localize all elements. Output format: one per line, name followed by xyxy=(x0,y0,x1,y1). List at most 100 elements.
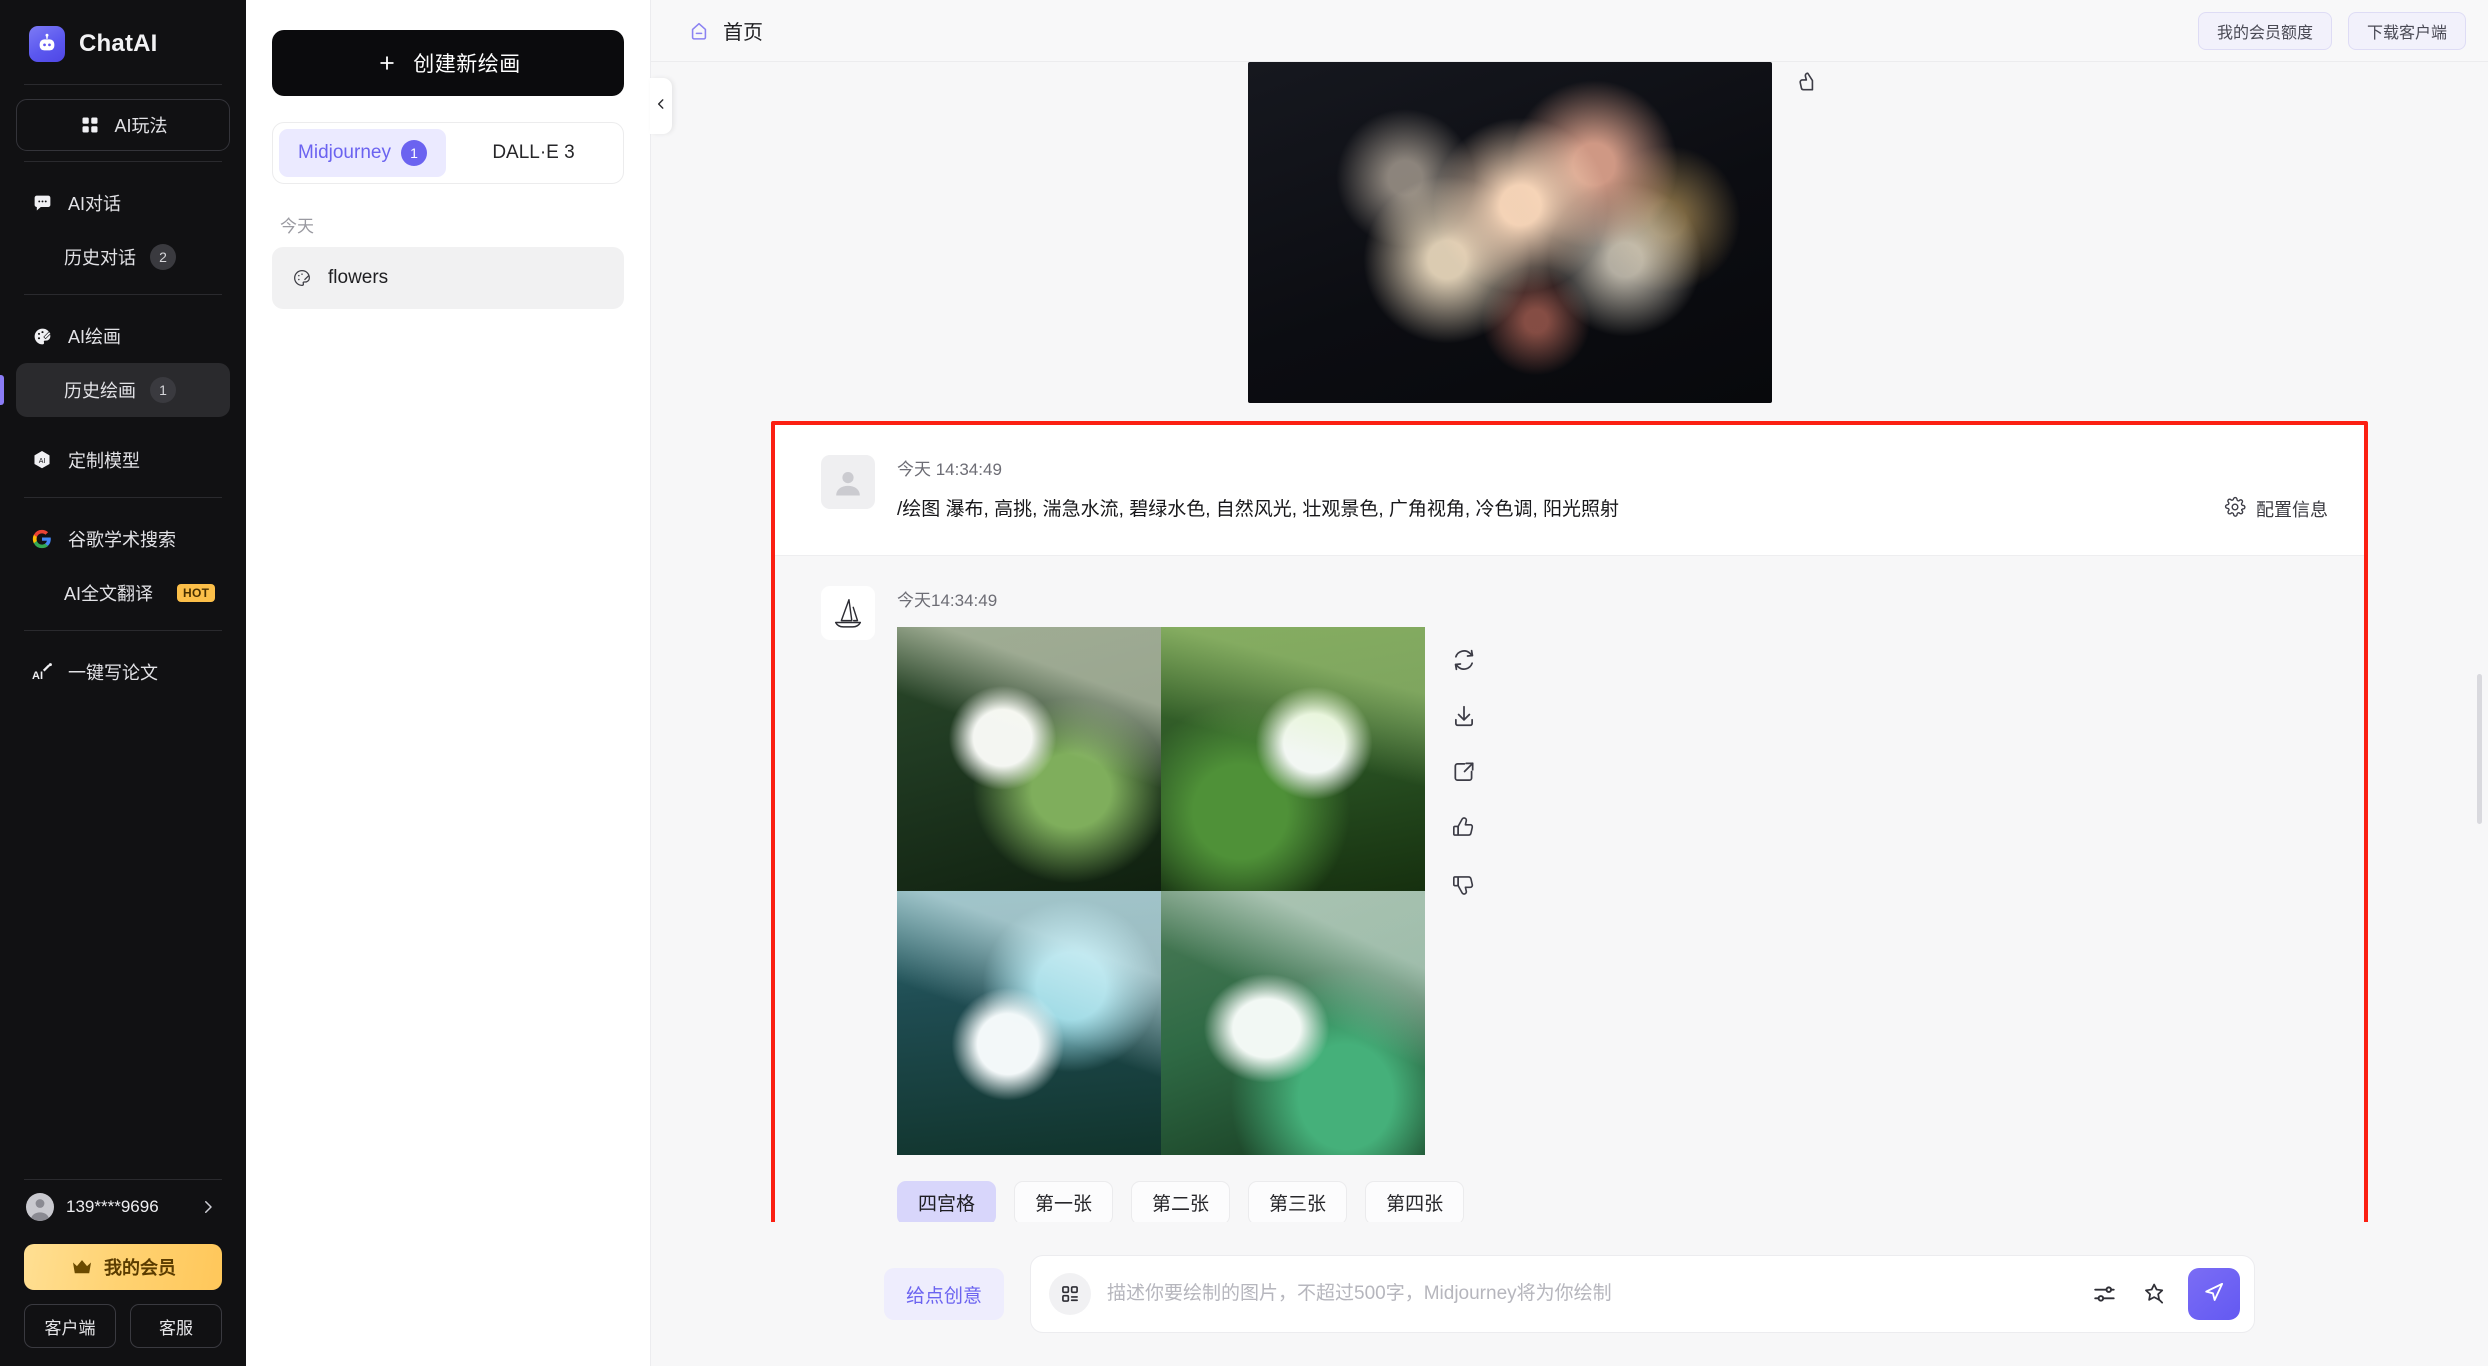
bot-message-time: 今天14:34:49 xyxy=(897,590,998,610)
user-message-time: 今天 14:34:49 xyxy=(897,460,1002,479)
sidebar-item-label: 一键写论文 xyxy=(68,663,158,683)
download-icon[interactable] xyxy=(1447,699,1481,733)
scrollbar-thumb[interactable] xyxy=(2477,674,2482,824)
grid-quadrant-4[interactable] xyxy=(1161,890,1425,1155)
list-item-label: flowers xyxy=(328,267,389,288)
tab-dalle3[interactable]: DALL·E 3 xyxy=(450,129,617,177)
playground-section: AI玩法 xyxy=(0,85,246,161)
svg-text:AI: AI xyxy=(32,670,43,682)
hot-badge: HOT xyxy=(177,584,216,602)
user-avatar-icon xyxy=(821,455,875,509)
vip-button[interactable]: 我的会员 xyxy=(24,1244,222,1290)
config-info-button[interactable]: 配置信息 xyxy=(2224,496,2328,525)
generated-image-grid[interactable] xyxy=(897,626,1425,1155)
user-phone: 139****9696 xyxy=(66,1197,159,1216)
sidebar-item-label: AI玩法 xyxy=(114,116,168,136)
page-title: 首页 xyxy=(723,22,763,44)
thumbs-down-icon[interactable] xyxy=(1790,66,1824,100)
chip-image-3[interactable]: 第三张 xyxy=(1248,1180,1348,1222)
sidebar-item-label: AI绘画 xyxy=(68,327,122,347)
history-chat-badge: 2 xyxy=(150,244,176,270)
sidebar-item-label: 谷歌学术搜索 xyxy=(68,530,176,550)
grid-quadrant-3[interactable] xyxy=(897,890,1161,1155)
chat-bubble-icon xyxy=(30,191,54,215)
sidebar-item-write-paper[interactable]: AI 一键写论文 xyxy=(16,645,230,699)
ai-hex-icon: AI xyxy=(30,448,54,472)
create-new-drawing-label: 创建新绘画 xyxy=(413,53,521,76)
send-icon xyxy=(2201,1279,2227,1310)
sliders-icon[interactable] xyxy=(2088,1277,2122,1311)
ai-pen-icon: AI xyxy=(30,660,54,684)
sidebar-item-custom-model[interactable]: AI 定制模型 xyxy=(16,433,230,487)
scholar-section: 谷歌学术搜索 AI全文翻译 HOT xyxy=(0,498,246,630)
thumbs-up-icon[interactable] xyxy=(1447,811,1481,845)
bot-message: 今天14:34:49 四宫格 第一张 第二张 第三张 第四张 xyxy=(775,555,2364,1222)
topbar-actions: 我的会员额度 下载客户端 xyxy=(2197,11,2466,50)
user-message-body: 今天 14:34:49 /绘图 瀑布, 高挑, 湍急水流, 碧绿水色, 自然风光… xyxy=(897,455,2182,525)
previous-message-actions xyxy=(1772,62,1892,100)
composer: 给点创意 xyxy=(651,1222,2488,1366)
sidebar-item-ai-draw[interactable]: AI绘画 xyxy=(16,309,230,363)
sidebar-item-ai-playground[interactable]: AI玩法 xyxy=(16,99,230,151)
service-button[interactable]: 客服 xyxy=(130,1304,222,1348)
magic-star-icon[interactable] xyxy=(2138,1277,2172,1311)
chevron-right-icon[interactable] xyxy=(196,1195,220,1219)
model-tabs: Midjourney 1 DALL·E 3 xyxy=(272,122,624,184)
chip-image-4[interactable]: 第四张 xyxy=(1365,1180,1465,1222)
chip-quad-grid[interactable]: 四宫格 xyxy=(897,1180,997,1222)
previous-message xyxy=(651,62,2488,421)
tab-midjourney[interactable]: Midjourney 1 xyxy=(279,129,446,177)
image-select-chips: 四宫格 第一张 第二张 第三张 第四张 xyxy=(897,1180,2328,1222)
download-client-button[interactable]: 下载客户端 xyxy=(2347,11,2466,50)
config-info-label: 配置信息 xyxy=(2256,500,2328,520)
chip-image-2[interactable]: 第二张 xyxy=(1131,1180,1231,1222)
chat-section: AI对话 历史对话 2 xyxy=(0,162,246,294)
collapse-panel-button[interactable] xyxy=(650,78,672,134)
list-item[interactable]: flowers xyxy=(272,247,624,309)
previous-generated-image[interactable] xyxy=(1247,62,1772,403)
bot-image-row xyxy=(897,626,2328,1155)
thumbs-down-icon[interactable] xyxy=(1447,867,1481,901)
image-action-buttons xyxy=(1447,627,1481,901)
sidebar-item-label: 历史绘画 xyxy=(64,381,136,401)
sidebar-footer: 139****9696 我的会员 客户端 客服 xyxy=(0,1180,246,1366)
idea-button[interactable]: 给点创意 xyxy=(883,1268,1004,1320)
create-new-drawing-button[interactable]: 创建新绘画 xyxy=(272,30,624,96)
chip-image-1[interactable]: 第一张 xyxy=(1014,1180,1114,1222)
avatar xyxy=(26,1193,54,1221)
client-button[interactable]: 客户端 xyxy=(24,1304,116,1348)
grid-quadrant-2[interactable] xyxy=(1161,626,1425,891)
send-button[interactable] xyxy=(2188,1268,2240,1320)
sidebar-item-history-draw[interactable]: 历史绘画 1 xyxy=(0,363,230,417)
brand-name: ChatAI xyxy=(79,30,158,57)
sidebar-item-label: 定制模型 xyxy=(68,451,140,471)
topbar: 首页 我的会员额度 下载客户端 xyxy=(651,0,2488,62)
draw-section: AI绘画 历史绘画 1 xyxy=(0,295,246,427)
sidebar-item-google-scholar[interactable]: 谷歌学术搜索 xyxy=(16,512,230,566)
chevron-left-icon xyxy=(654,97,668,116)
sidebar-item-history-chat[interactable]: 历史对话 2 xyxy=(16,230,230,284)
google-icon xyxy=(30,527,54,551)
grid-quadrant-1[interactable] xyxy=(897,626,1161,891)
sidebar: ChatAI AI玩法 AI对话 历史对话 2 AI绘画 历史绘画 1 AI 定… xyxy=(0,0,246,1366)
vip-button-label: 我的会员 xyxy=(104,1258,176,1278)
brand: ChatAI xyxy=(0,0,246,84)
drawing-list-panel: 创建新绘画 Midjourney 1 DALL·E 3 今天 flowers xyxy=(246,0,672,1366)
bot-message-body: 今天14:34:49 四宫格 第一张 第二张 第三张 第四张 xyxy=(897,586,2328,1222)
my-quota-button[interactable]: 我的会员额度 xyxy=(2197,11,2332,50)
home-tag-icon xyxy=(687,19,711,43)
search-input[interactable] xyxy=(1107,1283,2072,1305)
chat-scroll-area[interactable]: 今天 14:34:49 /绘图 瀑布, 高挑, 湍急水流, 碧绿水色, 自然风光… xyxy=(651,62,2488,1222)
sidebar-item-label: 历史对话 xyxy=(64,248,136,268)
sidebar-item-ai-translate[interactable]: AI全文翻译 HOT xyxy=(16,566,230,620)
template-grid-icon[interactable] xyxy=(1049,1273,1091,1315)
palette-icon xyxy=(30,324,54,348)
palette-icon xyxy=(290,266,314,290)
sidebar-item-ai-chat[interactable]: AI对话 xyxy=(16,176,230,230)
share-icon[interactable] xyxy=(1447,755,1481,789)
sidebar-item-label: AI对话 xyxy=(68,194,122,214)
user-account-row[interactable]: 139****9696 xyxy=(16,1180,230,1234)
tab-dalle3-label: DALL·E 3 xyxy=(492,142,575,163)
regenerate-icon[interactable] xyxy=(1447,643,1481,677)
